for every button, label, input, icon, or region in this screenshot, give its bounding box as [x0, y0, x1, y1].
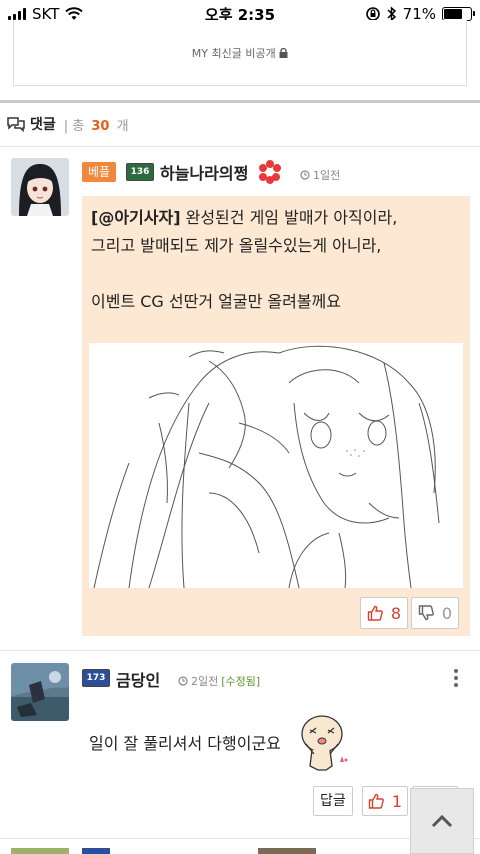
comment-author[interactable]: 금당인	[116, 667, 160, 691]
line-text: 완성된건 게임 발매가 아직이라,	[180, 208, 398, 227]
comment-line: 이벤트 CG 선딴거 얼굴만 올려볼께요	[91, 292, 341, 311]
mention-link[interactable]: [@아기사자]	[91, 208, 181, 227]
level-number: 136	[130, 167, 150, 177]
avatar[interactable]	[11, 663, 69, 721]
time-text: 2일전	[191, 675, 219, 688]
battery-icon	[442, 7, 475, 21]
scenery-avatar-image	[11, 663, 69, 721]
best-comment-body: [@아기사자] 완성된건 게임 발매가 아직이라, 그리고 발매되도 제가 올릴…	[82, 196, 470, 636]
like-count: 8	[390, 603, 402, 623]
more-options-icon[interactable]	[452, 668, 460, 688]
best-reply-badge: 베플	[82, 162, 117, 182]
avatar[interactable]	[11, 158, 69, 216]
edited-label: [수정됨]	[221, 675, 261, 688]
my-posts-card: MY 최신글 비공개	[13, 20, 467, 86]
comment-separator	[0, 838, 480, 839]
comment-line: [@아기사자] 완성된건 게임 발매가 아직이라,	[91, 204, 397, 232]
comment-time: 1일전	[300, 167, 340, 183]
time-text: 1일전	[313, 169, 341, 182]
my-latest-posts-private[interactable]: MY 최신글 비공개	[14, 45, 466, 61]
sketch-drawing	[93, 345, 440, 588]
comment-text: [@아기사자] 완성된건 게임 발매가 아직이라, 그리고 발매되도 제가 올릴…	[91, 204, 397, 316]
clock-icon	[178, 676, 188, 686]
flower-icon	[259, 160, 281, 184]
thumbs-up-icon	[367, 605, 383, 621]
total-prefix: | 총	[63, 118, 85, 134]
level-badge: 136	[126, 163, 154, 181]
thumbs-down-icon	[418, 605, 434, 621]
count-unit: 개	[116, 118, 129, 134]
anime-girl-avatar-image	[11, 158, 69, 216]
comment-line: 그리고 발매되도 제가 올릴수있는게 아니라,	[91, 236, 382, 255]
comments-header: 댓글 | 총 30 개	[6, 114, 129, 134]
comment-count: 30	[91, 118, 110, 134]
comment-text: 일이 잘 풀리셔서 다행이군요	[89, 734, 281, 753]
line-art-sketch-image[interactable]	[89, 343, 463, 588]
next-level-badge-peek	[82, 848, 110, 854]
lock-icon	[279, 47, 288, 58]
like-button[interactable]: 8	[360, 597, 408, 629]
comment-author[interactable]: 하늘나라의쩡	[160, 160, 248, 184]
comment-time: 2일전 [수정됨]	[178, 673, 260, 689]
level-number: 173	[86, 673, 106, 683]
clock-icon	[300, 170, 310, 180]
comments-total: | 총 30 개	[64, 115, 129, 134]
level-badge: 173	[82, 669, 110, 687]
reply-button[interactable]: 답글	[313, 786, 353, 816]
next-image-peek	[258, 848, 316, 854]
dislike-button[interactable]: 0	[411, 597, 459, 629]
comments-label: 댓글	[30, 117, 56, 133]
like-button[interactable]: 1	[362, 786, 408, 816]
battery-fill	[444, 9, 463, 19]
chevron-up-icon	[431, 814, 453, 828]
comment-separator	[0, 650, 480, 651]
section-divider	[0, 100, 480, 103]
speech-bubbles-icon	[7, 117, 25, 132]
emoticon-sticker-icon	[301, 715, 348, 771]
thumbs-up-icon	[368, 793, 384, 809]
my-latest-label: MY 최신글 비공개	[191, 47, 276, 60]
header-separator	[0, 146, 480, 147]
scroll-to-top-button[interactable]	[410, 788, 474, 854]
dislike-count: 0	[441, 603, 453, 623]
next-avatar-peek	[11, 848, 69, 854]
like-count: 1	[391, 791, 403, 811]
